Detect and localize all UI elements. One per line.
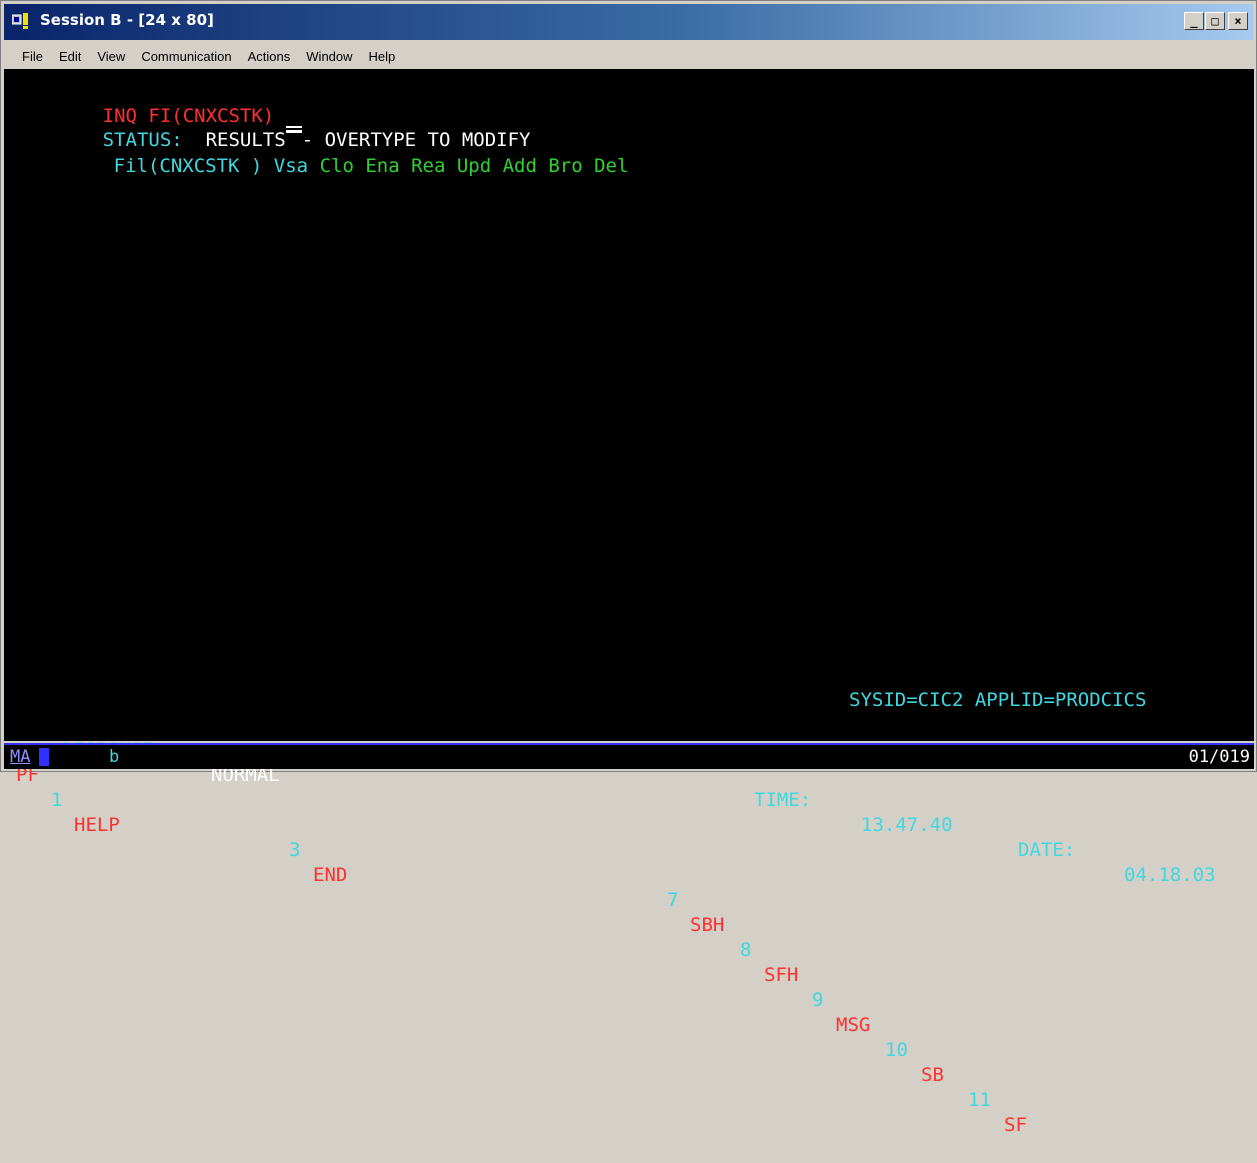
command-line[interactable]: INQ FI(CNXCSTK) bbox=[34, 79, 302, 128]
pf8-sfh[interactable]: SFH bbox=[764, 963, 798, 988]
response-line: RESPONSE: NORMAL TIME: 13.47.40 DATE: 04… bbox=[4, 713, 1254, 886]
close-button[interactable]: × bbox=[1228, 12, 1248, 30]
pf7-number[interactable]: 7 bbox=[667, 888, 678, 913]
window-title: Session B - [24 x 80] bbox=[40, 11, 214, 29]
pf7-sbh[interactable]: SBH bbox=[690, 913, 724, 938]
time-value: 13.47.40 bbox=[861, 814, 953, 836]
date-label: DATE: bbox=[1018, 839, 1076, 861]
menu-communication[interactable]: Communication bbox=[133, 49, 239, 64]
pf10-sb[interactable]: SB bbox=[921, 1063, 944, 1088]
menu-edit[interactable]: Edit bbox=[51, 49, 89, 64]
pf9-number[interactable]: 9 bbox=[812, 988, 823, 1013]
file-entry-name: Fil(CNXCSTK ) Vsa bbox=[113, 155, 309, 177]
title-bar[interactable]: Session B - [24 x 80] _ □ × bbox=[4, 4, 1253, 40]
operator-info-area: MA b 01/019 bbox=[4, 743, 1254, 769]
maximize-button[interactable]: □ bbox=[1205, 12, 1225, 30]
pf3-end[interactable]: END bbox=[313, 863, 347, 888]
maximize-icon: □ bbox=[1211, 14, 1219, 28]
pf1-number[interactable]: 1 bbox=[51, 788, 62, 813]
emulator-window: Session B - [24 x 80] _ □ × File Edit Vi… bbox=[0, 0, 1257, 1136]
minimize-button[interactable]: _ bbox=[1184, 12, 1204, 30]
terminal-screen[interactable]: INQ FI(CNXCSTK) STATUS: RESULTS - OVERTYP… bbox=[4, 69, 1254, 1136]
pf8-number[interactable]: 8 bbox=[740, 938, 751, 963]
close-icon: × bbox=[1234, 14, 1242, 28]
session-app-icon bbox=[12, 13, 28, 29]
pf1-help[interactable]: HELP bbox=[74, 813, 120, 838]
pf10-number[interactable]: 10 bbox=[885, 1038, 908, 1063]
date-value: 04.18.03 bbox=[1124, 864, 1216, 886]
sysid-line: SYSID=CIC2 APPLID=PRODCICS bbox=[849, 689, 1147, 711]
status-line: STATUS: RESULTS - OVERTYPE TO MODIFY bbox=[34, 103, 531, 151]
time-label: TIME: bbox=[754, 789, 812, 811]
pf9-msg[interactable]: MSG bbox=[836, 1013, 870, 1038]
pf11-sf[interactable]: SF bbox=[1004, 1113, 1027, 1138]
file-entry-row[interactable]: Fil(CNXCSTK ) Vsa Clo Ena Rea Upd Add Br… bbox=[45, 129, 629, 177]
oia-status-indicator: b bbox=[109, 747, 120, 767]
oia-connection-block bbox=[39, 748, 49, 766]
menu-window[interactable]: Window bbox=[298, 49, 360, 64]
cursor-position: 01/019 bbox=[1188, 747, 1250, 767]
menu-help[interactable]: Help bbox=[361, 49, 404, 64]
menu-file[interactable]: File bbox=[4, 49, 51, 64]
minimize-icon: _ bbox=[1190, 14, 1198, 28]
menu-bar: File Edit View Communication Actions Win… bbox=[4, 45, 1253, 67]
menu-actions[interactable]: Actions bbox=[240, 49, 299, 64]
oia-ma-indicator: MA bbox=[10, 747, 31, 767]
pf11-number[interactable]: 11 bbox=[968, 1088, 991, 1113]
file-entry-attributes[interactable]: Clo Ena Rea Upd Add Bro Del bbox=[320, 155, 629, 177]
menu-view[interactable]: View bbox=[89, 49, 133, 64]
pf3-number[interactable]: 3 bbox=[289, 838, 300, 863]
